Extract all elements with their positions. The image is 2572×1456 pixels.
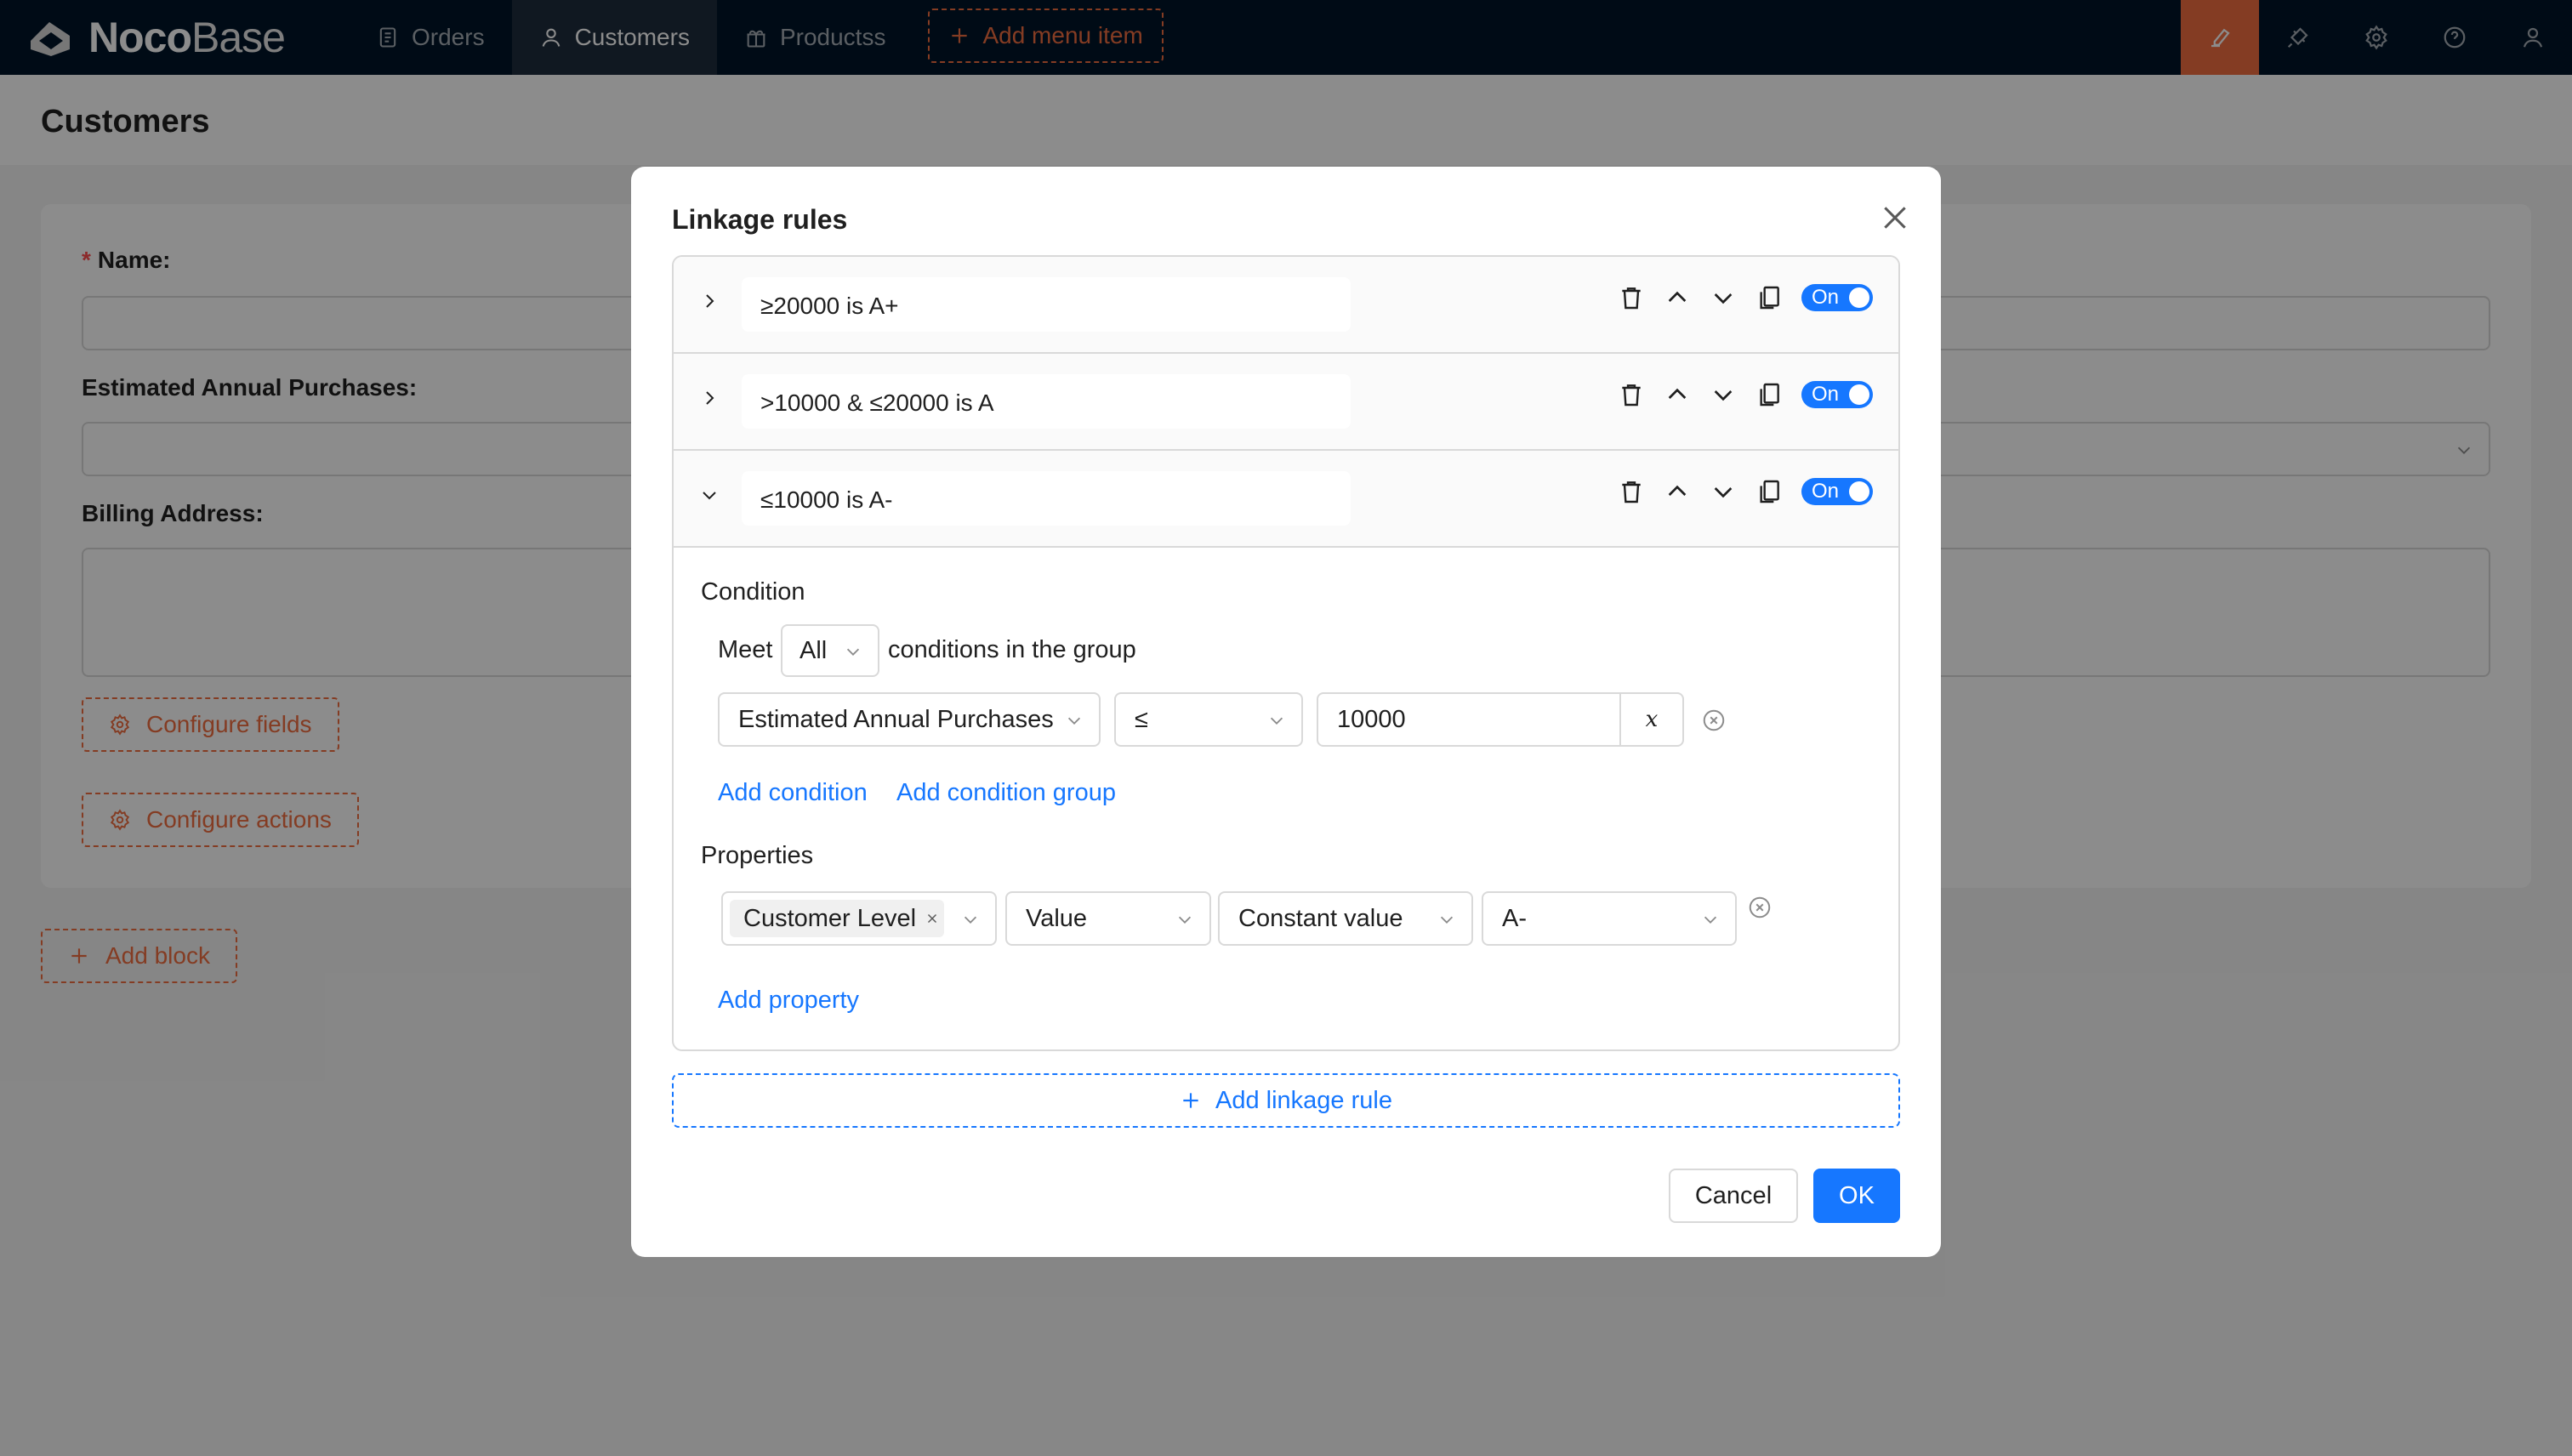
plus-icon <box>1183 1093 1198 1108</box>
linkage-rules-list: ≥20000 is A+ On >10000 & ≤20000 is A On <box>672 255 1900 1051</box>
meet-logic-value: All <box>799 636 828 664</box>
rule-actions: On <box>1618 478 1873 505</box>
delete-icon[interactable] <box>1618 284 1645 311</box>
chevron-right-icon[interactable] <box>699 291 720 311</box>
toggle-label: On <box>1812 286 1840 309</box>
meet-logic-select[interactable]: All <box>781 624 879 677</box>
copy-icon[interactable] <box>1755 381 1783 408</box>
copy-icon[interactable] <box>1755 478 1783 505</box>
cancel-button[interactable]: Cancel <box>1669 1169 1798 1223</box>
chevron-down-icon <box>846 648 860 656</box>
add-linkage-rule-button[interactable]: Add linkage rule <box>672 1073 1900 1128</box>
condition-field-value: Estimated Annual Purchases <box>738 705 1054 733</box>
meet-prefix-text: Meet <box>718 636 773 663</box>
close-icon[interactable] <box>925 911 940 926</box>
move-down-icon[interactable] <box>1710 478 1737 505</box>
rule-enabled-toggle[interactable]: On <box>1801 284 1873 311</box>
rule-title-input[interactable]: ≤10000 is A- <box>742 471 1351 526</box>
rule-title-input[interactable]: >10000 & ≤20000 is A <box>742 374 1351 429</box>
tag-label: Customer Level <box>743 904 917 932</box>
close-icon[interactable] <box>1878 201 1912 235</box>
condition-field-select[interactable]: Estimated Annual Purchases <box>718 692 1101 747</box>
linkage-rule-item: ≤10000 is A- On <box>674 451 1898 548</box>
meet-suffix-text: conditions in the group <box>888 636 1136 663</box>
chevron-down-icon[interactable] <box>699 485 720 505</box>
condition-value-input[interactable]: 10000 <box>1317 692 1621 747</box>
rule-actions: On <box>1618 381 1873 408</box>
chevron-right-icon[interactable] <box>699 388 720 408</box>
condition-operator-value: ≤ <box>1135 705 1148 733</box>
move-up-icon[interactable] <box>1664 381 1691 408</box>
rule-actions: On <box>1618 284 1873 311</box>
move-up-icon[interactable] <box>1664 478 1691 505</box>
value-type-value: Constant value <box>1238 904 1403 932</box>
modal-title: Linkage rules <box>672 204 848 235</box>
rule-title-input[interactable]: ≥20000 is A+ <box>742 277 1351 332</box>
move-down-icon[interactable] <box>1710 381 1737 408</box>
chevron-down-icon <box>964 916 977 924</box>
toggle-knob <box>1849 384 1869 405</box>
condition-heading: Condition <box>701 578 805 606</box>
move-up-icon[interactable] <box>1664 284 1691 311</box>
condition-value-text: 10000 <box>1337 705 1406 733</box>
move-down-icon[interactable] <box>1710 284 1737 311</box>
linkage-rule-item: ≥20000 is A+ On <box>674 257 1898 354</box>
linkage-rule-item: >10000 & ≤20000 is A On <box>674 354 1898 451</box>
chevron-down-icon <box>1178 916 1192 924</box>
linkage-rules-modal: Linkage rules ≥20000 is A+ On >10000 & ≤… <box>631 167 1941 1257</box>
property-value-text: A- <box>1502 904 1527 932</box>
rule-enabled-toggle[interactable]: On <box>1801 381 1873 408</box>
property-field-tag: Customer Level <box>730 900 944 937</box>
remove-condition-icon[interactable] <box>1701 708 1727 733</box>
toggle-knob <box>1849 481 1869 502</box>
add-linkage-rule-label: Add linkage rule <box>1215 1086 1392 1114</box>
condition-operator-select[interactable]: ≤ <box>1114 692 1303 747</box>
property-field-select[interactable]: Customer Level <box>721 891 997 946</box>
toggle-label: On <box>1812 383 1840 406</box>
delete-icon[interactable] <box>1618 478 1645 505</box>
properties-heading: Properties <box>701 842 814 869</box>
toggle-label: On <box>1812 480 1840 503</box>
rule-enabled-toggle[interactable]: On <box>1801 478 1873 505</box>
value-type-select[interactable]: Constant value <box>1218 891 1473 946</box>
property-action-value: Value <box>1026 904 1088 932</box>
property-action-select[interactable]: Value <box>1005 891 1211 946</box>
add-property-link[interactable]: Add property <box>718 987 859 1015</box>
remove-property-icon[interactable] <box>1747 895 1773 920</box>
chevron-down-icon <box>1067 717 1081 725</box>
ok-button[interactable]: OK <box>1813 1169 1900 1223</box>
copy-icon[interactable] <box>1755 284 1783 311</box>
chevron-down-icon <box>1704 916 1717 924</box>
toggle-knob <box>1849 287 1869 308</box>
delete-icon[interactable] <box>1618 381 1645 408</box>
property-value-select[interactable]: A- <box>1482 891 1737 946</box>
variable-button[interactable]: x <box>1619 692 1684 747</box>
chevron-down-icon <box>1270 717 1283 725</box>
chevron-down-icon <box>1440 916 1454 924</box>
add-condition-link[interactable]: Add condition <box>718 779 868 807</box>
add-condition-group-link[interactable]: Add condition group <box>896 779 1116 807</box>
